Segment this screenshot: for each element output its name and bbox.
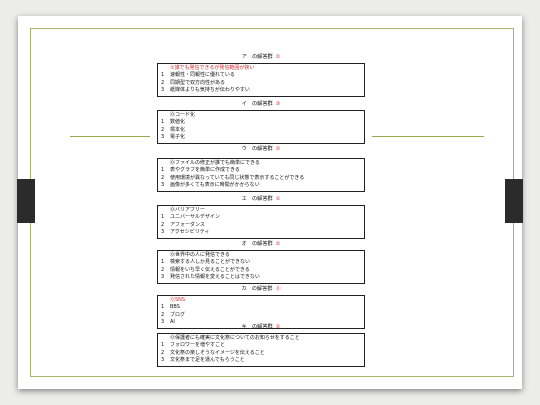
options-box: ⓪コード化 1 数値化 2 標本化 3 電子化: [157, 110, 365, 144]
section-label: オ の解答群: [241, 241, 273, 247]
section-title: カ の解答群 ⓪: [150, 285, 372, 294]
option-line: 1 フォロワーを増やすこと: [161, 342, 226, 349]
answer-number: ②: [275, 146, 281, 152]
option-line: 2 標本化: [161, 126, 186, 133]
answer-number: ③: [275, 101, 281, 107]
section-title: イ の解答群 ③: [150, 100, 372, 109]
option-line: 3 アクセシビリティ: [161, 229, 210, 236]
section-label: キ の解答群: [241, 324, 273, 330]
right-ribbon-tab: [505, 179, 523, 223]
options-box: ①誰でも発信できるが発信範囲が狭い 1 速報性・同報性に優れている 2 同期型で双方…: [157, 63, 365, 97]
option-line: 1 数値化: [161, 119, 186, 126]
section-title: ア の解答群 ①: [150, 53, 372, 62]
option-line: ⓪コード化: [170, 112, 196, 118]
option-line: 3 紙媒体よりも気持ちが伝わりやすい: [161, 87, 250, 94]
options-box: ⓪保護者にも確実に文化祭についてのお知らせをすること 1 フォロワーを増やすこと …: [157, 333, 365, 367]
section-title: ウ の解答群 ②: [150, 145, 372, 154]
section-title: エ の解答群 ①: [150, 195, 372, 204]
section-label: カ の解答群: [241, 286, 273, 292]
answer-number: ②: [275, 324, 281, 330]
section-title: オ の解答群 ①: [150, 240, 372, 249]
section-label: ウ の解答群: [241, 146, 273, 152]
section-title: キ の解答群 ②: [150, 323, 372, 332]
options-box: ⓪世界中の人に発信できる 1 検索する人しか見ることができない 2 情報をいち早く伝…: [157, 250, 365, 284]
answer-sheet: ア の解答群 ① ①誰でも発信できるが発信範囲が狭い 1 速報性・同報性に優れている…: [150, 50, 372, 367]
answer-number: ①: [275, 196, 281, 202]
option-line: 1 BBS: [161, 304, 180, 311]
option-line: 1 表やグラフを簡単に作成できる: [161, 167, 240, 174]
answer-number: ①: [275, 241, 281, 247]
option-line: ⓪SNS: [170, 297, 186, 303]
left-ribbon-tab: [17, 179, 35, 223]
option-line: 1 検索する人しか見ることができない: [161, 259, 251, 266]
option-line: 3 画像が多くても表示に時間がかからない: [161, 182, 260, 189]
option-line: 1 ユニバーサルデザイン: [161, 214, 220, 221]
section-label: イ の解答群: [241, 101, 273, 107]
option-line: 1 速報性・同報性に優れている: [161, 72, 235, 79]
section-label: ア の解答群: [241, 54, 273, 60]
option-line: 3 文化祭まで足を運んでもらうこと: [161, 357, 245, 364]
option-line: 3 発信された情報を変えることはできない: [161, 274, 260, 281]
answer-number: ①: [275, 54, 281, 60]
options-box: ⓪ファイルの修正が誰でも簡単にできる 1 表やグラフを簡単に作成できる 2 使用環境…: [157, 158, 365, 192]
options-box: ⓪バリアフリー 1 ユニバーサルデザイン 2 アフォーダンス 3 アクセシビリティ: [157, 205, 365, 239]
answer-number: ⓪: [275, 286, 281, 292]
section-label: エ の解答群: [241, 196, 273, 202]
option-line: 3 電子化: [161, 134, 186, 141]
option-line: 2 ブログ: [161, 311, 186, 318]
